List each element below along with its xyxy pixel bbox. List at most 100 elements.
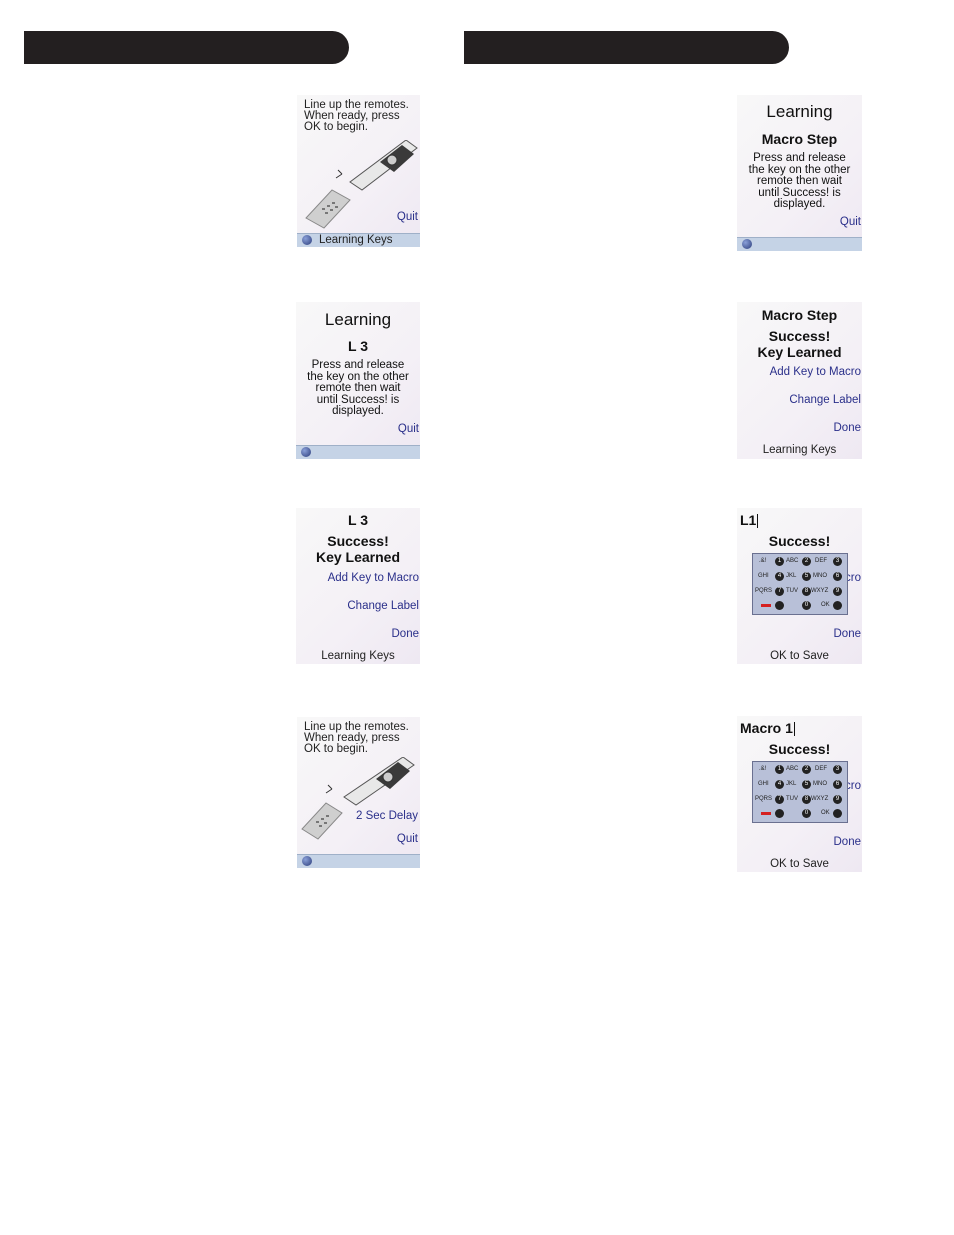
screen-learning-l3: Learning L 3 Press and release the key o…	[296, 302, 420, 459]
instruction-line: remote then wait	[315, 382, 401, 394]
keypad-ok-label: OK	[821, 602, 830, 608]
key-2[interactable]: 2	[802, 557, 811, 566]
key-4[interactable]: 4	[775, 780, 784, 789]
keypad-row: TUV	[786, 588, 798, 594]
screen-title: Learning	[766, 102, 833, 121]
key-3[interactable]: 3	[833, 557, 842, 566]
screen-line-up: Line up the remotes. When ready, press O…	[297, 95, 420, 247]
done-option[interactable]: Done	[834, 628, 862, 640]
key-7[interactable]: 7	[775, 795, 784, 804]
status-bar	[737, 237, 862, 251]
keypad-row: GHI	[758, 573, 769, 579]
macro-step-label: Macro Step	[761, 307, 838, 323]
screen-learning-macro: Learning Macro Step Press and release th…	[737, 95, 862, 251]
instruction-line: displayed.	[773, 198, 826, 210]
success-message: Success!	[327, 533, 389, 549]
keypad-row: DEF	[815, 766, 827, 772]
done-option[interactable]: Done	[834, 422, 862, 434]
quit-option[interactable]: Quit	[397, 833, 418, 845]
key-0[interactable]: 0	[802, 809, 811, 818]
label-entry-field[interactable]: L1	[740, 512, 759, 529]
keypad-row: ABC	[786, 558, 799, 564]
keypad-row: GHI	[758, 781, 769, 787]
key-8[interactable]: 8	[802, 795, 811, 804]
keypad-row: PQRS	[755, 796, 773, 802]
backspace-arrow-icon[interactable]	[761, 812, 771, 815]
quit-option[interactable]: Quit	[397, 211, 418, 223]
change-label-option[interactable]: Change Label	[789, 394, 861, 406]
key-ok[interactable]	[833, 601, 842, 610]
status-bar	[297, 854, 420, 868]
remotes-illustration	[301, 757, 415, 840]
globe-icon	[742, 239, 752, 249]
keypad-row: TUV	[786, 796, 798, 802]
label-entry-text: Macro 1	[740, 720, 793, 736]
key-9[interactable]: 9	[833, 795, 842, 804]
instruction-line: OK to begin.	[304, 121, 368, 133]
keypad-row: JKL	[786, 573, 797, 579]
globe-icon	[301, 447, 311, 457]
status-bar	[296, 445, 420, 459]
change-label-option[interactable]: Change Label	[347, 600, 419, 612]
key-back[interactable]	[775, 809, 784, 818]
keypad-row: MNO	[813, 573, 827, 579]
done-option[interactable]: Done	[834, 836, 862, 848]
success-message: Success!	[768, 741, 831, 757]
key-4[interactable]: 4	[775, 572, 784, 581]
screen-label-entry-l1: L1 Success! cro .&! 1 ABC 2 DEF 3 GHI 4 JKL 5…	[737, 508, 862, 664]
key-label: L 3	[348, 338, 368, 354]
status-label: Learning Keys	[319, 234, 393, 246]
key-6[interactable]: 6	[833, 780, 842, 789]
screen-label-entry-macro: Macro 1 Success! cro .&! 1 ABC 2 DEF 3 GHI 4…	[737, 716, 862, 872]
key-0[interactable]: 0	[802, 601, 811, 610]
screen-success-l3: L 3 Success! Key Learned Add Key to Macr…	[296, 508, 420, 664]
add-key-to-macro-option[interactable]: Add Key to Macro	[770, 366, 861, 378]
keypad-row: WXYZ	[811, 796, 829, 802]
key-label: L 3	[348, 512, 368, 528]
key-8[interactable]: 8	[802, 587, 811, 596]
delay-option[interactable]: 2 Sec Delay	[356, 810, 418, 822]
key-2[interactable]: 2	[802, 765, 811, 774]
footer-label: OK to Save	[770, 650, 829, 662]
success-message: Success!	[768, 533, 831, 549]
key-9[interactable]: 9	[833, 587, 842, 596]
on-screen-keypad[interactable]: .&! 1 ABC 2 DEF 3 GHI 4 JKL 5 MNO 6 PQRS 7 TUV 8…	[752, 761, 848, 823]
quit-option[interactable]: Quit	[398, 423, 419, 435]
key-back[interactable]	[775, 601, 784, 610]
footer-label: Learning Keys	[762, 444, 837, 456]
key-learned-message: Key Learned	[315, 549, 401, 565]
key-1[interactable]: 1	[775, 765, 784, 774]
footer-label: Learning Keys	[321, 650, 395, 662]
instruction-line: OK to begin.	[304, 743, 368, 755]
keypad-row: WXYZ	[811, 588, 829, 594]
backspace-arrow-icon[interactable]	[761, 604, 771, 607]
instruction-line: remote then wait	[756, 175, 842, 187]
keypad-row: .&!	[759, 558, 767, 564]
keypad-row: MNO	[813, 781, 827, 787]
keypad-row: DEF	[815, 558, 827, 564]
key-5[interactable]: 5	[802, 780, 811, 789]
keypad-row: .&!	[759, 766, 767, 772]
screen-title: Learning	[324, 310, 392, 329]
keypad-row: JKL	[786, 781, 797, 787]
screen-line-up-delay: Line up the remotes. When ready, press O…	[297, 717, 420, 868]
footer-label: OK to Save	[770, 858, 829, 870]
banner-right	[464, 31, 789, 64]
key-ok[interactable]	[833, 809, 842, 818]
key-6[interactable]: 6	[833, 572, 842, 581]
keypad-row: ABC	[786, 766, 799, 772]
key-5[interactable]: 5	[802, 572, 811, 581]
quit-option[interactable]: Quit	[840, 216, 861, 228]
on-screen-keypad[interactable]: .&! 1 ABC 2 DEF 3 GHI 4 JKL 5 MNO 6 PQRS 7 TUV 8…	[752, 553, 848, 615]
banner-left	[24, 31, 349, 64]
key-7[interactable]: 7	[775, 587, 784, 596]
key-learned-message: Key Learned	[757, 344, 842, 360]
done-option[interactable]: Done	[392, 628, 420, 640]
label-entry-field[interactable]: Macro 1	[740, 720, 795, 737]
add-key-to-macro-option[interactable]: Add Key to Macro	[328, 572, 419, 584]
screen-macro-success: Macro Step Success! Key Learned Add Key …	[737, 302, 862, 459]
macro-step-label: Macro Step	[761, 131, 838, 147]
key-3[interactable]: 3	[833, 765, 842, 774]
key-1[interactable]: 1	[775, 557, 784, 566]
globe-icon	[302, 235, 312, 245]
